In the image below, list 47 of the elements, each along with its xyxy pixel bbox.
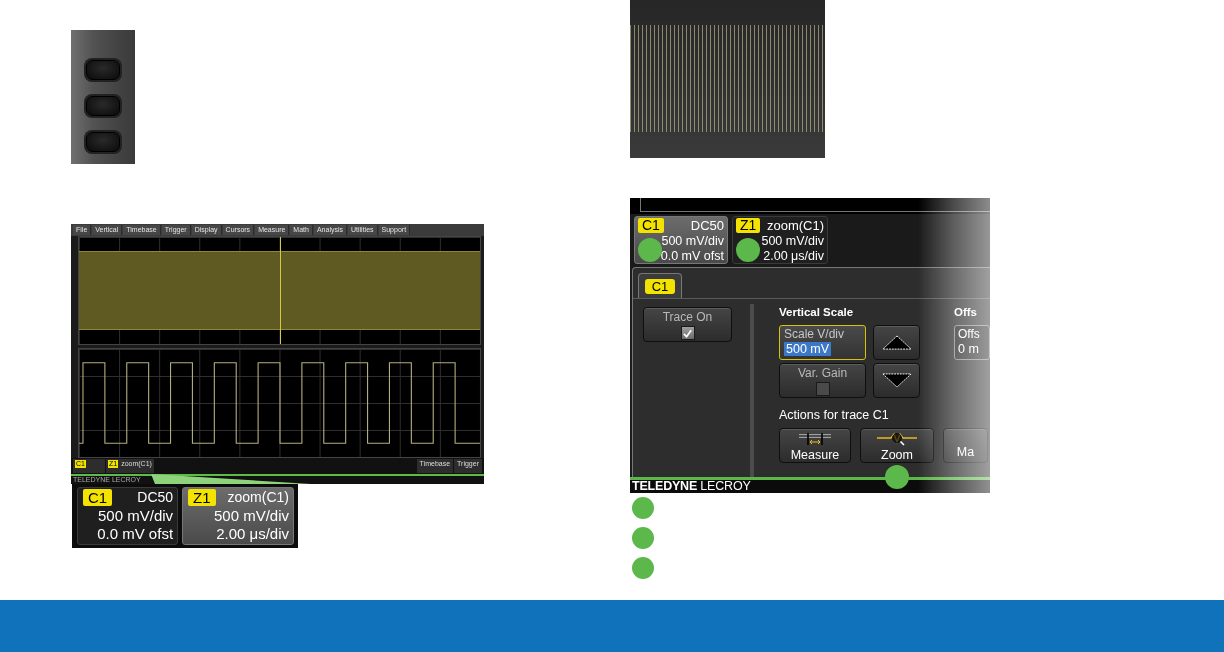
checkbox[interactable] bbox=[680, 326, 695, 340]
offset-field[interactable]: Offs 0 m bbox=[954, 325, 990, 360]
trace-tag: C1 bbox=[638, 218, 664, 233]
up-triangle-icon bbox=[881, 335, 912, 350]
action-button[interactable]: Measure bbox=[779, 428, 851, 463]
callout-dot-icon bbox=[632, 527, 654, 549]
hardware-key-icon bbox=[86, 132, 120, 152]
descriptor-title: zoom(C1) bbox=[227, 489, 289, 506]
hardware-key-icon bbox=[86, 96, 120, 116]
hardware-key-icon bbox=[86, 60, 120, 80]
trace-tag: Z1 bbox=[188, 489, 216, 506]
wave-magnifier-icon bbox=[877, 432, 917, 446]
brand-logo: TELEDYNE LECROY bbox=[632, 480, 751, 493]
trace-descriptor-card[interactable]: Z1 zoom(C1) 500 mV/div 2.00 μs/div bbox=[182, 487, 294, 545]
cursor-line[interactable] bbox=[279, 237, 281, 344]
descriptor-value: 500 mV/div bbox=[212, 507, 289, 525]
descriptor-value: 0.0 mV ofst bbox=[659, 249, 724, 264]
callout-dot-icon bbox=[632, 557, 654, 579]
caliper-icon bbox=[798, 432, 832, 446]
callout-dot-icon bbox=[632, 497, 654, 519]
descriptor-value: 2.00 μs/div bbox=[215, 525, 289, 543]
increase-button[interactable] bbox=[873, 325, 920, 360]
decrease-button[interactable] bbox=[873, 363, 920, 398]
descriptor-value: 500 mV/div bbox=[660, 234, 724, 249]
checkbox[interactable] bbox=[815, 382, 830, 396]
trace-tag: Z1 bbox=[736, 218, 761, 233]
trace-on-button[interactable]: Trace On bbox=[643, 307, 732, 342]
trace-descriptor-card[interactable]: Z1 zoom(C1) 500 mV/div 2.00 μs/div bbox=[732, 216, 828, 264]
descriptor-value: 2.00 μs/div bbox=[762, 249, 824, 264]
section-heading: Actions for trace C1 bbox=[779, 408, 890, 422]
scale-field[interactable]: Scale V/div 500 mV bbox=[779, 325, 866, 360]
var-gain-button[interactable]: Var. Gain bbox=[779, 363, 866, 398]
action-button[interactable]: Ma bbox=[943, 428, 988, 463]
descriptor-value: 500 mV/div bbox=[760, 234, 824, 249]
descriptor-title: zoom(C1) bbox=[766, 218, 824, 234]
descriptor-title: DC50 bbox=[690, 218, 724, 234]
trace-descriptor-card[interactable]: C1 DC50 500 mV/div 0.0 mV ofst bbox=[634, 216, 728, 264]
descriptor-value: 0.0 mV ofst bbox=[96, 525, 174, 543]
descriptor-value: 500 mV/div bbox=[97, 507, 174, 525]
descriptor-title: DC50 bbox=[137, 489, 174, 506]
section-heading: Offs bbox=[954, 305, 978, 319]
section-heading: Vertical Scale bbox=[779, 305, 855, 319]
channel-tab[interactable]: C1 bbox=[638, 273, 682, 298]
down-triangle-icon bbox=[881, 373, 912, 388]
action-button[interactable]: Zoom bbox=[860, 428, 934, 463]
trace-tag: C1 bbox=[83, 489, 113, 506]
trace-descriptor-card[interactable]: C1 DC50 500 mV/div 0.0 mV ofst bbox=[77, 487, 179, 545]
